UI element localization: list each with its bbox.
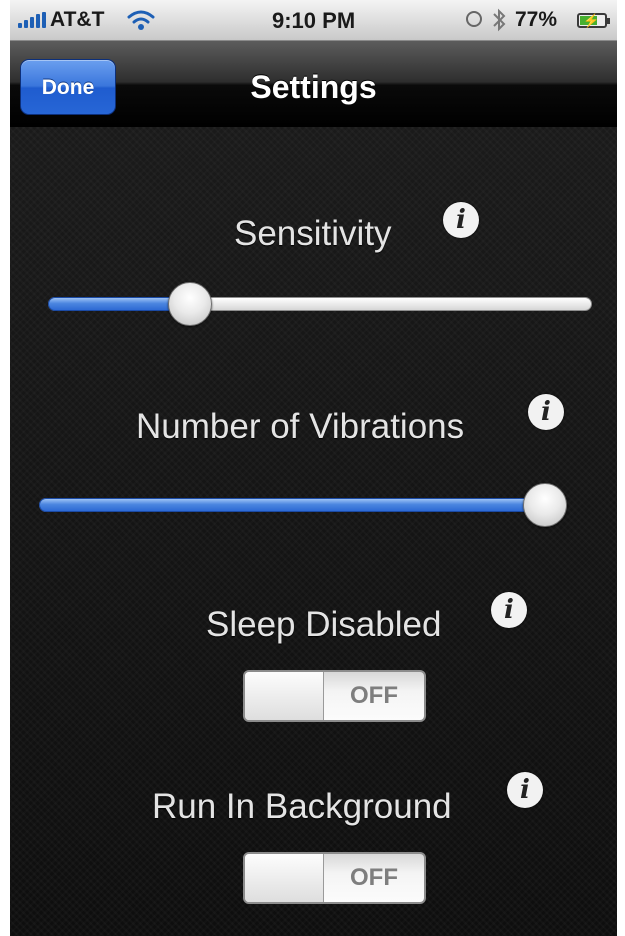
vibrations-label: Number of Vibrations — [136, 407, 465, 446]
slider-fill — [39, 498, 545, 512]
sensitivity-label: Sensitivity — [234, 214, 392, 253]
battery-icon: ⚡ — [577, 13, 610, 28]
switch-state: OFF — [350, 864, 398, 891]
vibrations-slider[interactable] — [39, 483, 567, 527]
sleep-disabled-switch[interactable]: OFF — [243, 670, 426, 722]
bluetooth-icon — [493, 8, 506, 32]
switch-knob — [245, 672, 324, 720]
slider-thumb[interactable] — [168, 282, 212, 326]
clock: 9:10 PM — [272, 8, 356, 33]
run-in-background-info-icon[interactable]: i — [507, 772, 543, 808]
run-in-background-label: Run In Background — [152, 787, 452, 826]
status-bar: AT&T 9:10 PM 77% ⚡ — [10, 0, 617, 41]
signal-icon — [18, 12, 48, 28]
sleep-disabled-info-icon[interactable]: i — [491, 592, 527, 628]
sensitivity-slider[interactable] — [48, 282, 592, 326]
settings-screen: AT&T 9:10 PM 77% ⚡ Done Settings Sensiti… — [10, 0, 617, 936]
battery-percent: 77% — [515, 8, 558, 31]
run-in-background-switch[interactable]: OFF — [243, 852, 426, 904]
vibrations-info-icon[interactable]: i — [528, 394, 564, 430]
wifi-icon — [127, 10, 155, 30]
page-title: Settings — [250, 69, 377, 105]
switch-knob — [245, 854, 324, 902]
slider-thumb[interactable] — [523, 483, 567, 527]
sleep-disabled-label: Sleep Disabled — [206, 605, 442, 644]
switch-state: OFF — [350, 682, 398, 709]
sensitivity-info-icon[interactable]: i — [443, 202, 479, 238]
carrier-name: AT&T — [50, 8, 105, 31]
orientation-lock-icon — [466, 11, 482, 27]
navigation-bar: Done Settings — [10, 41, 617, 127]
